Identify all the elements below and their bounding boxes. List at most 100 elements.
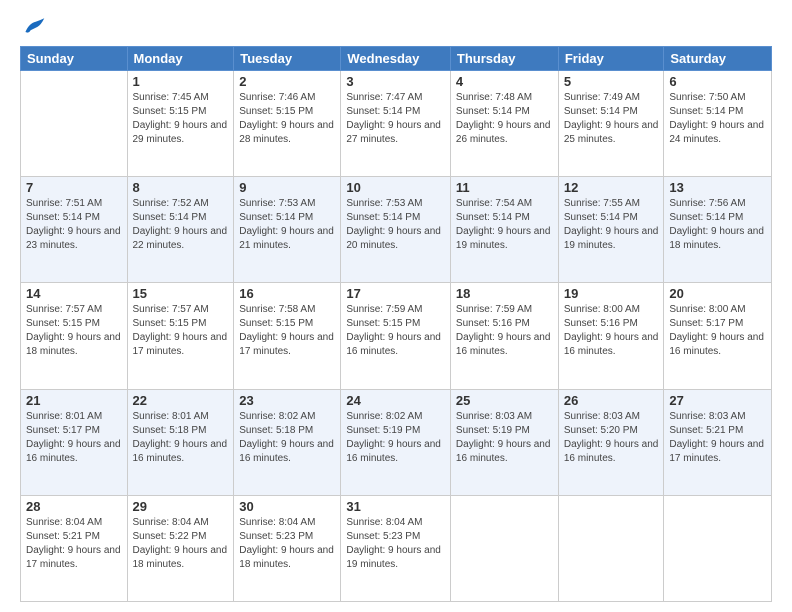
day-info: Sunrise: 8:04 AMSunset: 5:21 PMDaylight:… <box>26 516 122 572</box>
day-number: 27 <box>669 393 766 408</box>
day-info: Sunrise: 7:59 AMSunset: 5:15 PMDaylight:… <box>346 303 445 359</box>
weekday-header-wednesday: Wednesday <box>341 47 451 71</box>
day-info: Sunrise: 8:03 AMSunset: 5:20 PMDaylight:… <box>564 410 659 466</box>
day-number: 28 <box>26 499 122 514</box>
calendar-cell: 18 Sunrise: 7:59 AMSunset: 5:16 PMDayligh… <box>450 283 558 389</box>
day-number: 13 <box>669 180 766 195</box>
weekday-header-row: SundayMondayTuesdayWednesdayThursdayFrid… <box>21 47 772 71</box>
calendar-cell <box>450 495 558 601</box>
calendar-cell: 27 Sunrise: 8:03 AMSunset: 5:21 PMDayligh… <box>664 389 772 495</box>
day-info: Sunrise: 8:00 AMSunset: 5:17 PMDaylight:… <box>669 303 766 359</box>
day-info: Sunrise: 7:48 AMSunset: 5:14 PMDaylight:… <box>456 91 553 147</box>
calendar-cell: 4 Sunrise: 7:48 AMSunset: 5:14 PMDaylight… <box>450 71 558 177</box>
day-number: 7 <box>26 180 122 195</box>
day-number: 20 <box>669 286 766 301</box>
weekday-header-friday: Friday <box>558 47 664 71</box>
day-info: Sunrise: 7:55 AMSunset: 5:14 PMDaylight:… <box>564 197 659 253</box>
calendar-cell: 7 Sunrise: 7:51 AMSunset: 5:14 PMDaylight… <box>21 177 128 283</box>
day-number: 6 <box>669 74 766 89</box>
calendar-cell: 29 Sunrise: 8:04 AMSunset: 5:22 PMDayligh… <box>127 495 234 601</box>
day-number: 29 <box>133 499 229 514</box>
header <box>20 16 772 36</box>
day-info: Sunrise: 7:51 AMSunset: 5:14 PMDaylight:… <box>26 197 122 253</box>
calendar-cell: 31 Sunrise: 8:04 AMSunset: 5:23 PMDayligh… <box>341 495 451 601</box>
day-info: Sunrise: 8:04 AMSunset: 5:23 PMDaylight:… <box>239 516 335 572</box>
day-number: 18 <box>456 286 553 301</box>
day-info: Sunrise: 8:02 AMSunset: 5:18 PMDaylight:… <box>239 410 335 466</box>
day-number: 1 <box>133 74 229 89</box>
calendar-cell: 24 Sunrise: 8:02 AMSunset: 5:19 PMDayligh… <box>341 389 451 495</box>
day-info: Sunrise: 8:01 AMSunset: 5:18 PMDaylight:… <box>133 410 229 466</box>
calendar-cell: 22 Sunrise: 8:01 AMSunset: 5:18 PMDayligh… <box>127 389 234 495</box>
day-info: Sunrise: 7:47 AMSunset: 5:14 PMDaylight:… <box>346 91 445 147</box>
day-info: Sunrise: 7:49 AMSunset: 5:14 PMDaylight:… <box>564 91 659 147</box>
day-number: 10 <box>346 180 445 195</box>
calendar-cell: 30 Sunrise: 8:04 AMSunset: 5:23 PMDayligh… <box>234 495 341 601</box>
calendar-cell: 8 Sunrise: 7:52 AMSunset: 5:14 PMDaylight… <box>127 177 234 283</box>
day-number: 8 <box>133 180 229 195</box>
day-number: 19 <box>564 286 659 301</box>
logo <box>20 16 46 36</box>
day-info: Sunrise: 7:56 AMSunset: 5:14 PMDaylight:… <box>669 197 766 253</box>
calendar-cell <box>558 495 664 601</box>
day-info: Sunrise: 8:04 AMSunset: 5:22 PMDaylight:… <box>133 516 229 572</box>
day-number: 16 <box>239 286 335 301</box>
day-info: Sunrise: 7:50 AMSunset: 5:14 PMDaylight:… <box>669 91 766 147</box>
calendar-cell: 23Sunrise: 8:02 AMSunset: 5:18 PMDayligh… <box>234 389 341 495</box>
page: SundayMondayTuesdayWednesdayThursdayFrid… <box>0 0 792 612</box>
calendar-cell: 28 Sunrise: 8:04 AMSunset: 5:21 PMDayligh… <box>21 495 128 601</box>
calendar-cell: 1 Sunrise: 7:45 AMSunset: 5:15 PMDaylight… <box>127 71 234 177</box>
calendar-week-row: 7 Sunrise: 7:51 AMSunset: 5:14 PMDaylight… <box>21 177 772 283</box>
day-info: Sunrise: 7:52 AMSunset: 5:14 PMDaylight:… <box>133 197 229 253</box>
day-number: 3 <box>346 74 445 89</box>
day-info: Sunrise: 7:59 AMSunset: 5:16 PMDaylight:… <box>456 303 553 359</box>
day-number: 26 <box>564 393 659 408</box>
day-info: Sunrise: 8:03 AMSunset: 5:21 PMDaylight:… <box>669 410 766 466</box>
day-info: Sunrise: 7:54 AMSunset: 5:14 PMDaylight:… <box>456 197 553 253</box>
day-info: Sunrise: 7:58 AMSunset: 5:15 PMDaylight:… <box>239 303 335 359</box>
day-number: 12 <box>564 180 659 195</box>
day-number: 31 <box>346 499 445 514</box>
day-info: Sunrise: 7:45 AMSunset: 5:15 PMDaylight:… <box>133 91 229 147</box>
calendar-cell: 26 Sunrise: 8:03 AMSunset: 5:20 PMDayligh… <box>558 389 664 495</box>
weekday-header-sunday: Sunday <box>21 47 128 71</box>
day-number: 22 <box>133 393 229 408</box>
logo-bird-icon <box>22 16 46 36</box>
calendar-cell: 12 Sunrise: 7:55 AMSunset: 5:14 PMDayligh… <box>558 177 664 283</box>
day-info: Sunrise: 8:03 AMSunset: 5:19 PMDaylight:… <box>456 410 553 466</box>
calendar-table: SundayMondayTuesdayWednesdayThursdayFrid… <box>20 46 772 602</box>
day-number: 25 <box>456 393 553 408</box>
calendar-week-row: 14Sunrise: 7:57 AMSunset: 5:15 PMDayligh… <box>21 283 772 389</box>
calendar-week-row: 28 Sunrise: 8:04 AMSunset: 5:21 PMDayligh… <box>21 495 772 601</box>
calendar-cell: 20 Sunrise: 8:00 AMSunset: 5:17 PMDayligh… <box>664 283 772 389</box>
day-number: 9 <box>239 180 335 195</box>
calendar-cell: 9 Sunrise: 7:53 AMSunset: 5:14 PMDaylight… <box>234 177 341 283</box>
calendar-cell: 5 Sunrise: 7:49 AMSunset: 5:14 PMDaylight… <box>558 71 664 177</box>
calendar-cell: 15 Sunrise: 7:57 AMSunset: 5:15 PMDayligh… <box>127 283 234 389</box>
day-number: 24 <box>346 393 445 408</box>
day-number: 5 <box>564 74 659 89</box>
weekday-header-thursday: Thursday <box>450 47 558 71</box>
day-info: Sunrise: 7:57 AMSunset: 5:15 PMDaylight:… <box>26 303 122 359</box>
day-number: 4 <box>456 74 553 89</box>
day-info: Sunrise: 8:02 AMSunset: 5:19 PMDaylight:… <box>346 410 445 466</box>
calendar-cell: 17 Sunrise: 7:59 AMSunset: 5:15 PMDayligh… <box>341 283 451 389</box>
weekday-header-monday: Monday <box>127 47 234 71</box>
calendar-week-row: 1 Sunrise: 7:45 AMSunset: 5:15 PMDaylight… <box>21 71 772 177</box>
day-info: Sunrise: 8:00 AMSunset: 5:16 PMDaylight:… <box>564 303 659 359</box>
calendar-cell: 11Sunrise: 7:54 AMSunset: 5:14 PMDayligh… <box>450 177 558 283</box>
day-info: Sunrise: 7:57 AMSunset: 5:15 PMDaylight:… <box>133 303 229 359</box>
day-info: Sunrise: 7:53 AMSunset: 5:14 PMDaylight:… <box>346 197 445 253</box>
calendar-cell: 13 Sunrise: 7:56 AMSunset: 5:14 PMDayligh… <box>664 177 772 283</box>
day-number: 30 <box>239 499 335 514</box>
calendar-cell: 6 Sunrise: 7:50 AMSunset: 5:14 PMDaylight… <box>664 71 772 177</box>
calendar-cell: 25 Sunrise: 8:03 AMSunset: 5:19 PMDayligh… <box>450 389 558 495</box>
day-info: Sunrise: 8:01 AMSunset: 5:17 PMDaylight:… <box>26 410 122 466</box>
calendar-cell: 2Sunrise: 7:46 AMSunset: 5:15 PMDaylight… <box>234 71 341 177</box>
calendar-week-row: 21Sunrise: 8:01 AMSunset: 5:17 PMDayligh… <box>21 389 772 495</box>
day-number: 17 <box>346 286 445 301</box>
day-info: Sunrise: 8:04 AMSunset: 5:23 PMDaylight:… <box>346 516 445 572</box>
day-number: 15 <box>133 286 229 301</box>
calendar-cell: 3 Sunrise: 7:47 AMSunset: 5:14 PMDaylight… <box>341 71 451 177</box>
day-info: Sunrise: 7:53 AMSunset: 5:14 PMDaylight:… <box>239 197 335 253</box>
